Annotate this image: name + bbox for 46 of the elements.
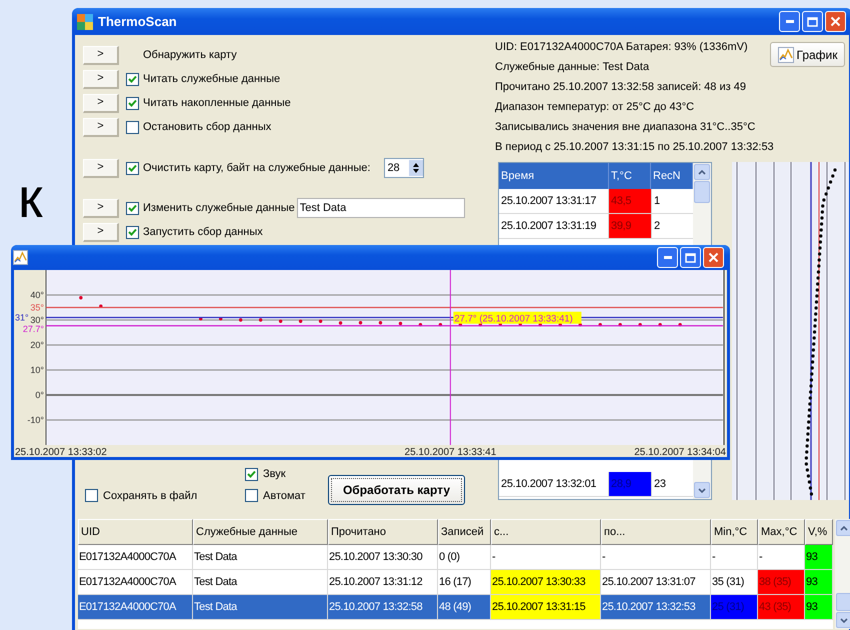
axis-label: 0° (35, 390, 44, 400)
info-line: Служебные данные: Test Data (495, 60, 650, 75)
temperature-cell: 43,5 (609, 189, 651, 213)
axis-label: -10° (27, 415, 44, 425)
action-label: Остановить сбор данных (143, 120, 272, 135)
table-cell: 25.10.2007 13:30:33 (491, 570, 601, 595)
slide-letter: к (18, 170, 42, 226)
table-cell: 93 (805, 595, 833, 620)
table-cell: 93 (805, 545, 833, 570)
threshold-label: 31° (15, 312, 29, 322)
threshold-label: 27.7° (22, 324, 44, 334)
table-cell: 25.10.2007 13:32:58 (328, 595, 438, 620)
window-title: ThermoScan (98, 12, 177, 31)
info-line: Диапазон температур: от 25°C до 43°C (495, 100, 696, 115)
table-cell: 25.10.2007 13:31:15 (491, 595, 601, 620)
info-line: UID: E017132A4000C70A Батарея: 93% (1336mV) (495, 40, 749, 55)
action-label: Обнаружить карту (143, 48, 237, 63)
table-cell: 93 (805, 570, 833, 595)
temperature-cell: 39,9 (609, 214, 651, 238)
threshold-label: 35° (30, 302, 44, 312)
table-cell: 25 (31) (711, 595, 758, 620)
checkbox-label: Сохранять в файл (103, 488, 198, 504)
temperature-cell: 28,9 (609, 472, 651, 496)
axis-label: 25.10.2007 13:33:02 (15, 447, 107, 457)
info-line: Записывались значения вне диапазона 31°C..35°C (495, 120, 756, 135)
action-label: Запустить сбор данных (143, 224, 263, 240)
axis-label: 25.10.2007 13:33:41 (404, 447, 496, 457)
table-cell: 38 (35) (758, 570, 805, 595)
axis-label: 30° (30, 315, 44, 325)
checkbox-label: Звук (263, 467, 286, 482)
annotation: 27.7° (25.10.2007 13:33:41) (454, 313, 573, 324)
info-line: В период с 25.10.2007 13:31:15 по 25.10.2007 13:32:53 (495, 140, 775, 155)
table-cell: Test Data (193, 595, 328, 620)
axis-label: 25.10.2007 13:34:04 (634, 447, 726, 457)
checkbox-label: Автомат (263, 488, 306, 504)
action-label: Читать накопленные данные (143, 96, 291, 111)
table-cell: E017132A4000C70A (78, 595, 193, 620)
cursor-tooltip: 27.7° (25.10.2007 13:33:41) (453, 312, 582, 324)
axis-label: 10° (30, 365, 44, 375)
axis-label: 40° (30, 290, 44, 300)
info-line: Прочитано 25.10.2007 13:32:58 записей: 48 из 49 (495, 80, 747, 95)
table-cell: 43 (35) (758, 595, 805, 620)
action-label: Читать служебные данные (143, 72, 280, 87)
axis-label: 20° (30, 340, 44, 350)
action-label: Очистить карту, байт на служебные данные: (143, 160, 370, 176)
action-label: Изменить служебные данные (143, 200, 295, 216)
